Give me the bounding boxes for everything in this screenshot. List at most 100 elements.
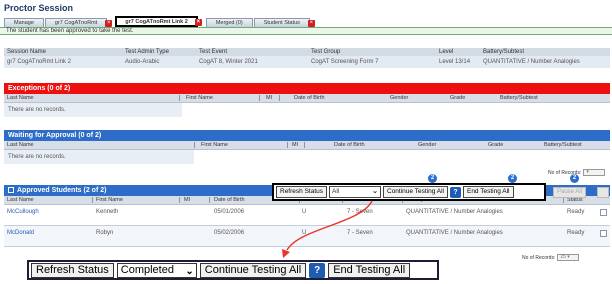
continue-testing-all-button[interactable]: Continue Testing All: [383, 186, 448, 198]
waiting-title: Waiting for Approval (0 of 2): [4, 130, 610, 141]
status-filter-value: Completed: [120, 263, 174, 276]
waiting-header: Last Name First Name MI Date of Birth Ge…: [4, 141, 610, 150]
column-header: Test Event: [196, 48, 308, 56]
column-header: Grade: [450, 95, 466, 101]
last-name-link[interactable]: McCullough: [7, 209, 39, 215]
collapse-icon[interactable]: [8, 187, 14, 194]
column-header: First Name: [201, 142, 228, 148]
test-event: CogAT 8, Winter 2021: [196, 56, 308, 68]
tab-label: Student Status: [263, 20, 300, 26]
column-header: Last Name: [7, 197, 34, 203]
test-group: CogAT Screening Form 7: [308, 56, 436, 68]
status-filter-value: All: [332, 188, 340, 195]
session-info-table: Session Name Test Admin Type Test Event …: [4, 48, 610, 68]
close-icon[interactable]: ×: [105, 20, 113, 27]
session-toolbar: Refresh Status All ⌄ Continue Testing All…: [272, 183, 546, 201]
status-filter-select[interactable]: Completed ⌄: [116, 262, 197, 278]
tab-gr7-cogatnormt[interactable]: gr7 CogATnoRmt ×: [44, 18, 113, 27]
tab-label: Manage: [14, 20, 34, 26]
help-icon[interactable]: ?: [309, 262, 326, 278]
chevron-down-icon: ⌄: [185, 265, 194, 277]
table-row[interactable]: McDonald Robyn 05/02/2006 U 7 - Seven QU…: [4, 226, 610, 247]
close-icon[interactable]: ×: [307, 20, 315, 27]
page-title: Proctor Session: [4, 3, 74, 13]
column-header: Battery/Subtest: [480, 48, 610, 56]
session-tabs: Manage gr7 CogATnoRmt × gr7 CogATnoRmt Li…: [4, 16, 318, 27]
refresh-status-button[interactable]: Refresh Status: [31, 262, 114, 278]
end-testing-all-button[interactable]: End Testing All: [462, 186, 514, 198]
column-header: First Name: [186, 95, 213, 101]
records-select[interactable]: ▾: [583, 169, 606, 176]
tab-student-status[interactable]: Student Status ×: [253, 18, 315, 27]
tab-label: gr7 CogATnoRmt Link 2: [125, 18, 188, 25]
date-of-birth: 05/02/2006: [214, 230, 245, 236]
badge-icon: 2: [428, 174, 437, 183]
row-checkbox[interactable]: [600, 230, 607, 237]
column-header: MI: [266, 95, 273, 101]
column-header: First Name: [96, 197, 123, 203]
exceptions-header: Last Name First Name MI Date of Birth Ge…: [4, 94, 610, 103]
column-header: Gender: [390, 95, 409, 101]
column-header: Date of Birth: [294, 95, 325, 101]
end-testing-all-button[interactable]: End Testing All: [328, 262, 411, 278]
column-header: MI: [292, 142, 299, 148]
tab-label: gr7 CogATnoRmt: [54, 20, 98, 26]
tab-merged[interactable]: Merged (0): [205, 18, 253, 27]
column-header: Last Name: [7, 95, 34, 101]
status-text: Ready: [567, 230, 585, 236]
column-header: Session Name: [4, 48, 122, 56]
tab-label: Merged (0): [215, 20, 243, 26]
column-header: Last Name: [7, 142, 34, 148]
last-name-link[interactable]: McDonald: [7, 230, 34, 236]
row-checkbox[interactable]: [600, 209, 607, 216]
column-header: Battery/Subtest: [500, 95, 538, 101]
extra-button[interactable]: [597, 187, 609, 198]
help-icon[interactable]: ?: [449, 186, 461, 198]
pause-all-button[interactable]: Pause All: [553, 187, 587, 198]
status-filter-select[interactable]: All ⌄: [329, 186, 381, 198]
chevron-down-icon: ⌄: [372, 188, 378, 195]
records-per-page: No of Records: 25 ▾: [522, 254, 580, 261]
zoomed-session-toolbar: Refresh Status Completed ⌄ Continue Testi…: [27, 260, 439, 280]
session-name: gr7 CogATnoRmt Link 2: [4, 56, 122, 68]
tab-manage[interactable]: Manage: [4, 18, 44, 27]
column-header: Date of Birth: [214, 197, 245, 203]
column-header: MI: [184, 197, 191, 203]
test-admin-type: Audio-Arabic: [122, 56, 196, 68]
status-text: Ready: [567, 209, 585, 215]
level: Level 13/14: [436, 56, 480, 68]
column-header: Battery/Subtest: [544, 142, 582, 148]
close-icon[interactable]: ×: [194, 19, 202, 26]
first-name: Robyn: [96, 230, 114, 236]
table-row[interactable]: McCullough Kenneth 05/01/2006 U 7 - Seve…: [4, 205, 610, 226]
column-header: Grade: [488, 142, 504, 148]
battery-subtest: QUANTITATIVE / Number Analogies: [480, 56, 610, 68]
column-header: Gender: [418, 142, 437, 148]
waiting-section: Waiting for Approval (0 of 2) Last Name …: [4, 130, 610, 164]
badge-icon: 2: [508, 174, 517, 183]
status-message: The student has been approved to take th…: [0, 27, 612, 35]
approved-title-text: Approved Students (2 of 2): [17, 187, 107, 194]
continue-testing-all-button[interactable]: Continue Testing All: [199, 262, 307, 278]
tab-gr7-cogatnormt-link-2[interactable]: gr7 CogATnoRmt Link 2 ×: [115, 16, 202, 27]
first-name: Kenneth: [96, 209, 119, 215]
date-of-birth: 05/01/2006: [214, 209, 245, 215]
badge-icon: 2: [570, 174, 579, 183]
gender: U: [302, 230, 307, 236]
empty-message: There are no records.: [4, 150, 194, 164]
exceptions-section: Exceptions (0 of 2) Last Name First Name…: [4, 83, 610, 117]
battery-subtest: QUANTITATIVE / Number Analogies: [406, 209, 503, 215]
grade: 7 - Seven: [347, 230, 373, 236]
column-header: Test Group: [308, 48, 436, 56]
battery-subtest: QUANTITATIVE / Number Analogies: [406, 230, 503, 236]
exceptions-title: Exceptions (0 of 2): [4, 83, 610, 94]
records-label: No of Records:: [522, 254, 556, 261]
grade: 7 - Seven: [347, 209, 373, 215]
column-header: Test Admin Type: [122, 48, 196, 56]
column-header: Date of Birth: [334, 142, 365, 148]
records-value: 25: [560, 254, 566, 260]
empty-message: There are no records.: [4, 103, 182, 117]
refresh-status-button[interactable]: Refresh Status: [276, 186, 327, 198]
records-select[interactable]: 25 ▾: [557, 254, 580, 261]
gender: U: [302, 209, 307, 215]
